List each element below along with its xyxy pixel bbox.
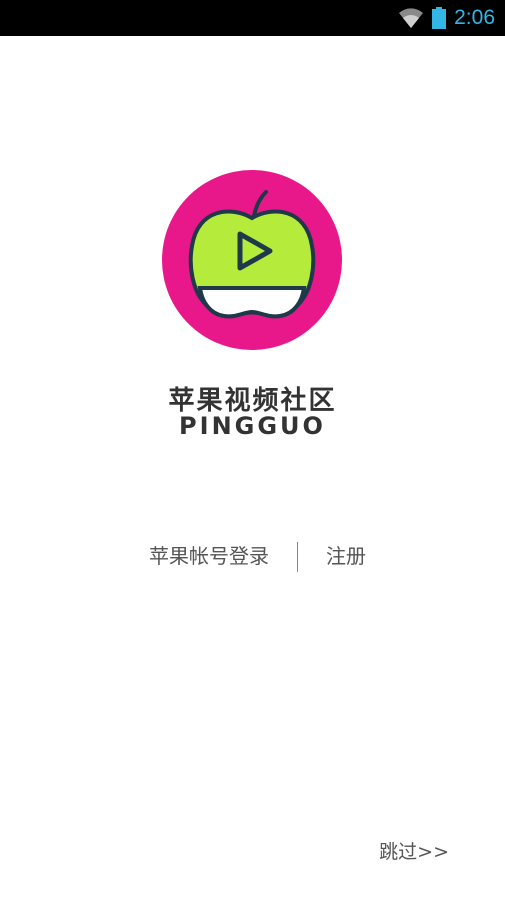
register-button[interactable]: 注册 [326,540,366,572]
status-time: 2:06 [454,6,495,29]
battery-icon [432,7,447,29]
auth-row: 苹果帐号登录 注册 [0,540,505,572]
wifi-icon [399,8,424,28]
divider [297,542,298,572]
app-subtitle: PINGGUO [179,412,326,440]
skip-button[interactable]: 跳过>> [379,838,449,866]
status-bar: 2:06 [0,0,505,36]
account-login-button[interactable]: 苹果帐号登录 [149,540,269,572]
app-logo-icon [162,170,342,350]
